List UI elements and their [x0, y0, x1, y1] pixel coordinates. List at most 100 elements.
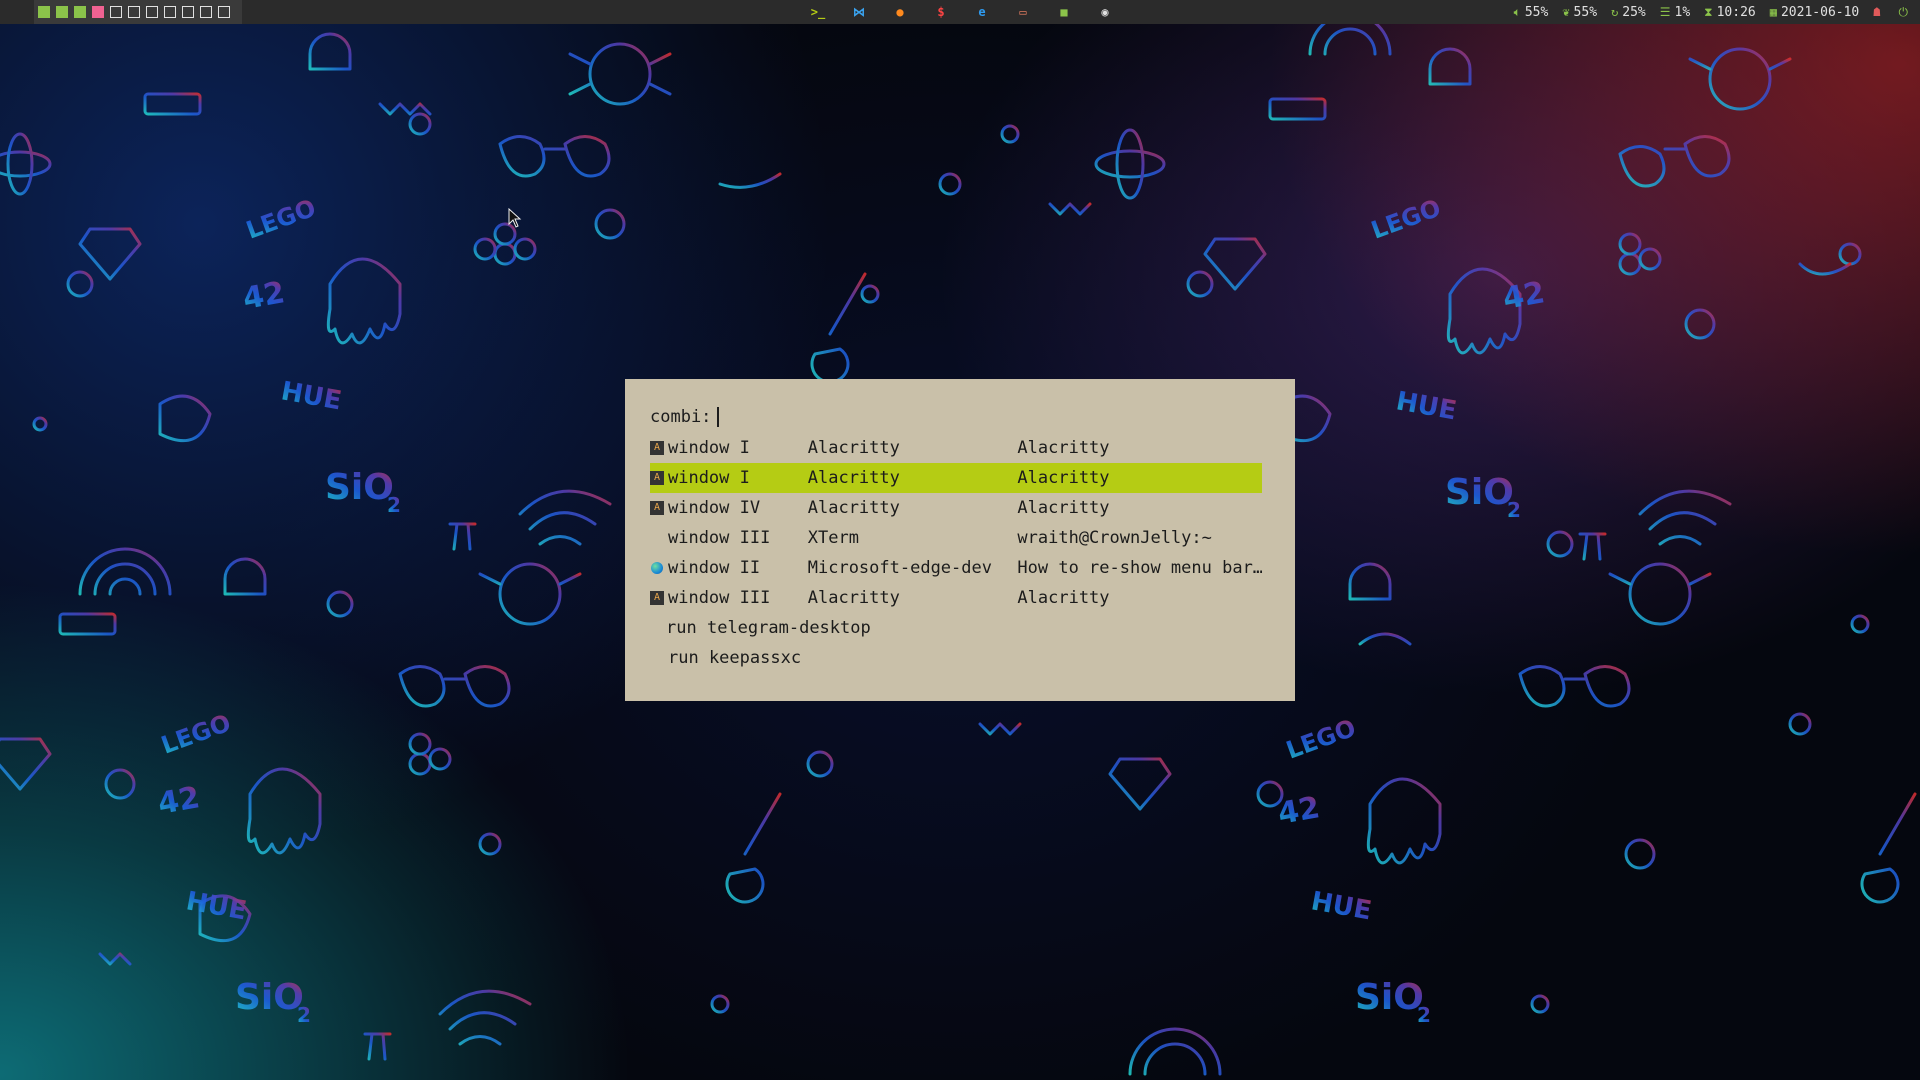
- svg-text:42: 42: [240, 275, 287, 317]
- svg-text:LEGO: LEGO: [1282, 714, 1359, 765]
- hourglass-icon: ⧗: [1704, 4, 1713, 19]
- entry-class: Alacritty: [807, 498, 900, 518]
- launcher-entry[interactable]: Awindow IV Alacritty Alacritty: [650, 493, 1262, 523]
- workspace-2[interactable]: [56, 6, 68, 18]
- svg-text:SiO: SiO: [1355, 977, 1424, 1018]
- cpu-icon: ↻: [1611, 5, 1619, 19]
- firefox-icon[interactable]: ●: [892, 4, 908, 20]
- svg-text:2: 2: [387, 493, 401, 517]
- workspace-10[interactable]: [200, 6, 212, 18]
- svg-text:42: 42: [1275, 790, 1322, 832]
- launcher-entry[interactable]: run telegram-desktop: [650, 613, 1262, 643]
- ghost-icon: ☗: [1873, 5, 1881, 19]
- vscode-icon[interactable]: ⋈: [851, 4, 867, 20]
- chrome-icon[interactable]: ◉: [1097, 4, 1113, 20]
- entry-class: Microsoft-edge-dev: [807, 558, 992, 578]
- tray-power[interactable]: ⏻: [1899, 5, 1913, 20]
- clock-time: 10:26: [1716, 4, 1756, 20]
- svg-text:SiO: SiO: [235, 977, 304, 1018]
- entry-workspace: run keepassxc: [668, 648, 802, 668]
- svg-text:SiO: SiO: [1445, 472, 1514, 513]
- svg-text:LEGO: LEGO: [157, 709, 234, 760]
- workspace-1[interactable]: [38, 6, 50, 18]
- launcher-entry[interactable]: window III XTerm wraith@CrownJelly:~: [650, 523, 1262, 553]
- entry-workspace: window II: [667, 558, 761, 578]
- entry-title: How to re-show menu bar…: [1017, 558, 1262, 578]
- taskbar-apps: >_ ⋈ ● $ e ▭ ■ ◉: [810, 0, 1138, 24]
- top-status-bar: >_ ⋈ ● $ e ▭ ■ ◉ 🔈︎ 55% ❦ 55% ↻ 25% ☰ 1% ⧗ 10:2…: [0, 0, 1920, 24]
- workspace-11[interactable]: [218, 6, 230, 18]
- launcher-entry[interactable]: run keepassxc: [650, 643, 1262, 673]
- workspace-switcher: [34, 0, 242, 24]
- system-status: 🔈︎ 55% ❦ 55% ↻ 25% ☰ 1% ⧗ 10:26 ▦ 2021-0…: [1514, 0, 1920, 24]
- calendar-icon: ▦: [1769, 5, 1777, 19]
- volume-icon: 🔈︎: [1513, 4, 1521, 19]
- workspace-7[interactable]: [146, 6, 158, 18]
- date-value: 2021-06-10: [1780, 4, 1860, 20]
- memory-value: 1%: [1674, 4, 1691, 20]
- launcher-entry[interactable]: Awindow I Alacritty Alacritty: [650, 433, 1262, 463]
- entry-title: Alacritty: [1017, 588, 1110, 608]
- alacritty-icon: A: [650, 471, 664, 485]
- workspace-8[interactable]: [164, 6, 176, 18]
- svg-text:HUE: HUE: [1309, 886, 1374, 926]
- entry-title: Alacritty: [1017, 498, 1110, 518]
- edge-icon[interactable]: e: [974, 4, 990, 20]
- entry-title: wraith@CrownJelly:~: [1017, 528, 1212, 548]
- blank-icon: [650, 651, 664, 665]
- svg-text:42: 42: [155, 780, 202, 822]
- svg-text:HUE: HUE: [1394, 386, 1459, 426]
- workspace-3[interactable]: [74, 6, 86, 18]
- svg-text:42: 42: [1500, 275, 1547, 317]
- workspace-5[interactable]: [110, 6, 122, 18]
- svg-text:2: 2: [1417, 1003, 1431, 1027]
- launcher-entry[interactable]: Awindow III Alacritty Alacritty: [650, 583, 1262, 613]
- keepass-icon[interactable]: ■: [1056, 4, 1072, 20]
- tray-ghost[interactable]: ☗: [1873, 5, 1884, 19]
- text-caret: [717, 407, 720, 427]
- launcher-entry-selected[interactable]: Awindow I Alacritty Alacritty: [650, 463, 1262, 493]
- folder-icon[interactable]: ▭: [1015, 4, 1031, 20]
- entry-class: Alacritty: [807, 588, 900, 608]
- svg-text:LEGO: LEGO: [242, 194, 319, 245]
- clock[interactable]: ⧗ 10:26: [1704, 5, 1756, 20]
- entry-class: XTerm: [807, 528, 859, 548]
- launcher-entry[interactable]: window II Microsoft-edge-dev How to re-sho…: [650, 553, 1262, 583]
- launcher-prompt: combi:: [650, 407, 712, 427]
- blank-icon: [650, 531, 664, 545]
- entry-workspace: window III: [667, 588, 771, 608]
- launcher-input-row[interactable]: combi:: [650, 403, 1295, 431]
- svg-text:HUE: HUE: [279, 376, 344, 416]
- cpu-indicator[interactable]: ↻ 25%: [1611, 5, 1646, 20]
- cpu-value: 25%: [1622, 4, 1646, 20]
- volume-indicator[interactable]: 🔈︎ 55%: [1514, 5, 1549, 20]
- mouse-cursor-icon: [508, 208, 522, 228]
- battery-leaf-icon: ❦: [1562, 5, 1570, 19]
- entry-workspace: window III: [667, 528, 771, 548]
- workspace-9[interactable]: [182, 6, 194, 18]
- memory-indicator[interactable]: ☰ 1%: [1660, 5, 1690, 20]
- date-display[interactable]: ▦ 2021-06-10: [1770, 5, 1860, 20]
- blank-icon: [650, 621, 662, 635]
- entry-workspace: window IV: [667, 498, 761, 518]
- workspace-4[interactable]: [92, 6, 104, 18]
- workspace-6[interactable]: [128, 6, 140, 18]
- alacritty-icon: A: [650, 591, 664, 605]
- alacritty-icon: A: [650, 501, 664, 515]
- svg-text:SiO: SiO: [325, 467, 394, 508]
- rofi-launcher: combi: Awindow I Alacritty Alacritty Awindo…: [625, 379, 1295, 701]
- money-icon[interactable]: $: [933, 4, 949, 20]
- entry-title: Alacritty: [1017, 468, 1110, 488]
- entry-title: Alacritty: [1017, 438, 1110, 458]
- battery-indicator[interactable]: ❦ 55%: [1562, 5, 1597, 20]
- entry-workspace: run telegram-desktop: [666, 618, 871, 638]
- entry-class: Alacritty: [807, 438, 900, 458]
- battery-value: 55%: [1573, 4, 1598, 20]
- memory-icon: ☰: [1659, 5, 1671, 19]
- entry-class: Alacritty: [807, 468, 900, 488]
- entry-workspace: window I: [667, 468, 750, 488]
- terminal-icon[interactable]: >_: [810, 4, 826, 20]
- edge-icon: [651, 562, 663, 574]
- svg-text:LEGO: LEGO: [1367, 194, 1444, 245]
- launcher-results: Awindow I Alacritty Alacritty Awindow I Alac…: [650, 433, 1295, 673]
